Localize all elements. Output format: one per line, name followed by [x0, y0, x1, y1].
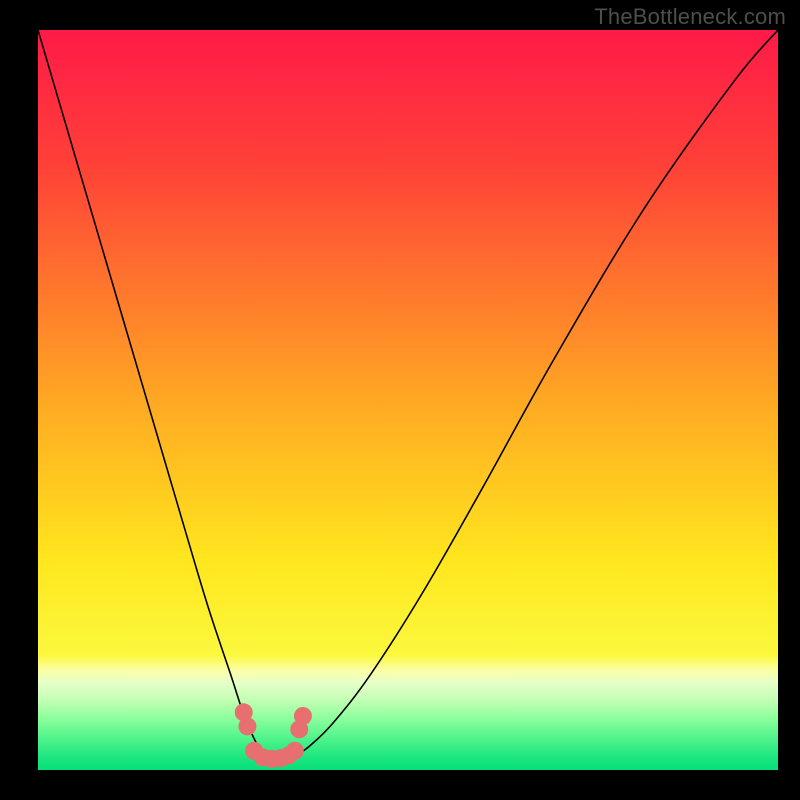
highlight-dot: [294, 707, 312, 725]
watermark-text: TheBottleneck.com: [594, 4, 786, 30]
curve-layer: [38, 30, 778, 770]
bottleneck-curve: [38, 30, 778, 760]
optimal-range-dots: [235, 703, 312, 768]
highlight-dot: [238, 717, 256, 735]
highlight-dot: [286, 742, 304, 760]
outer-frame: TheBottleneck.com: [0, 0, 800, 800]
plot-area: [38, 30, 778, 770]
